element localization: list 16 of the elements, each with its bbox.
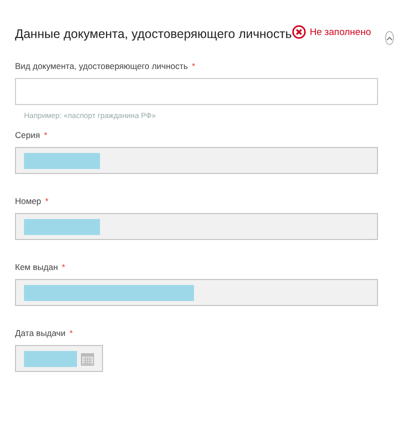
- date-field[interactable]: [15, 345, 103, 372]
- collapse-button[interactable]: [385, 31, 394, 45]
- field-label: Номер *: [15, 196, 50, 206]
- input-field[interactable]: [15, 213, 378, 240]
- input-field[interactable]: [15, 279, 378, 306]
- field-label: Дата выдачи *: [15, 328, 74, 338]
- status-text: Не заполнено: [310, 26, 371, 38]
- input-field[interactable]: [15, 78, 378, 105]
- field-label: Серия *: [15, 130, 48, 140]
- input-field[interactable]: [15, 147, 378, 174]
- error-icon: [292, 25, 306, 39]
- section-title: Данные документа, удостоверяющего личность: [15, 27, 292, 41]
- field-label: Кем выдан *: [15, 262, 66, 272]
- chevron-icon: [386, 36, 393, 40]
- field-label: Вид документа, удостоверяющего личность *: [15, 61, 196, 71]
- calendar-icon: [80, 352, 94, 366]
